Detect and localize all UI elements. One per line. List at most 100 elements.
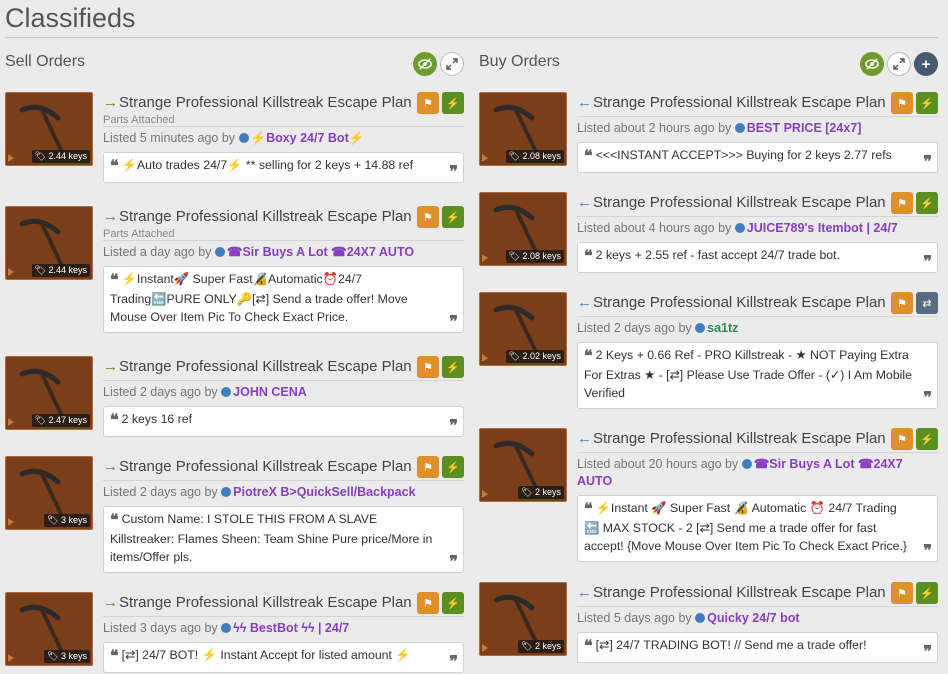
quote-open-icon: ❝	[110, 648, 119, 665]
item-name[interactable]: Strange Professional Killstreak Escape P…	[119, 358, 412, 375]
item-thumbnail[interactable]: 🏷 2 keys	[479, 582, 567, 656]
seller-name[interactable]: JOHN CENA	[233, 385, 307, 399]
item-thumbnail[interactable]: 🏷 2.08 keys	[479, 92, 567, 166]
listing-title-row: → Strange Professional Killstreak Escape…	[103, 456, 464, 480]
instant-trade-icon[interactable]: ⚡	[442, 592, 464, 614]
report-flag-icon[interactable]: ⚑	[891, 428, 913, 450]
item-thumbnail[interactable]: 🏷 2.47 keys	[5, 356, 93, 430]
listing-info: ← Strange Professional Killstreak Escape…	[577, 428, 938, 562]
escape-plan-icon	[493, 594, 538, 644]
item-thumbnail[interactable]: 🏷 2.44 keys	[5, 206, 93, 280]
item-name[interactable]: Strange Professional Killstreak Escape P…	[119, 458, 412, 475]
seller-name[interactable]: BEST PRICE [24x7]	[747, 121, 862, 135]
report-flag-icon[interactable]: ⚑	[417, 92, 439, 114]
listing-title-row: ← Strange Professional Killstreak Escape…	[577, 92, 938, 116]
tag-icon: 🏷	[34, 151, 46, 161]
title-divider	[5, 37, 938, 38]
tag-icon: 🏷	[521, 487, 533, 497]
listing-title-row: ← Strange Professional Killstreak Escape…	[577, 428, 938, 452]
report-flag-icon[interactable]: ⚑	[891, 292, 913, 314]
listing-info: → Strange Professional Killstreak Escape…	[103, 456, 464, 573]
instant-trade-icon[interactable]: ⚡	[442, 356, 464, 378]
listing-title-row: → Strange Professional Killstreak Escape…	[103, 206, 464, 230]
instant-trade-icon[interactable]: ⚡	[916, 192, 938, 214]
expand-icon[interactable]	[887, 52, 911, 76]
item-thumbnail[interactable]: 🏷 2.08 keys	[479, 192, 567, 266]
item-name[interactable]: Strange Professional Killstreak Escape P…	[119, 208, 412, 225]
item-name[interactable]: Strange Professional Killstreak Escape P…	[593, 194, 886, 211]
instant-trade-icon[interactable]: ⚡	[916, 92, 938, 114]
instant-trade-icon[interactable]: ⚡	[916, 428, 938, 450]
escape-plan-icon	[19, 218, 64, 268]
report-flag-icon[interactable]: ⚑	[891, 582, 913, 604]
listing-title-row: ← Strange Professional Killstreak Escape…	[577, 292, 938, 316]
quote-close-icon: ❞	[923, 390, 932, 407]
seller-name[interactable]: JUICE789's Itembot | 24/7	[747, 221, 898, 235]
user-status-icon	[221, 623, 232, 633]
comment-text: <<<INSTANT ACCEPT>>> Buying for 2 keys 2…	[595, 148, 892, 162]
item-price: 🏷 2.44 keys	[31, 264, 90, 277]
toggle-visibility-icon[interactable]	[413, 52, 437, 76]
instant-trade-icon[interactable]: ⚡	[916, 582, 938, 604]
quote-open-icon: ❝	[584, 248, 593, 265]
listing-comment: ❝ 2 Keys + 0.66 Ref - PRO Killstreak - ★ …	[577, 342, 938, 409]
item-price: 🏷 2.47 keys	[31, 414, 90, 427]
sell-orders-title: Sell Orders	[5, 53, 86, 70]
price-value: 2.47 keys	[48, 415, 87, 425]
item-name[interactable]: Strange Professional Killstreak Escape P…	[593, 294, 886, 311]
item-name[interactable]: Strange Professional Killstreak Escape P…	[593, 584, 886, 601]
item-thumbnail[interactable]: 🏷 2.44 keys	[5, 92, 93, 166]
item-name[interactable]: Strange Professional Killstreak Escape P…	[593, 94, 886, 111]
seller-name[interactable]: Quicky 24/7 bot	[707, 611, 799, 625]
seller-name[interactable]: PiotreX B>QuickSell/Backpack	[233, 485, 415, 499]
report-flag-icon[interactable]: ⚑	[417, 356, 439, 378]
quality-icon	[482, 254, 488, 262]
instant-trade-icon[interactable]: ⚡	[442, 92, 464, 114]
comment-text: Custom Name: I STOLE THIS FROM A SLAVE K…	[110, 512, 433, 564]
quality-icon	[8, 518, 14, 526]
quote-open-icon: ❝	[584, 638, 593, 655]
item-thumbnail[interactable]: 🏷 3 keys	[5, 456, 93, 530]
listing-comment: ❝ ⚡Auto trades 24/7⚡ ** selling for 2 key…	[103, 152, 464, 183]
seller-name[interactable]: ⚡Boxy 24/7 Bot⚡	[251, 131, 365, 145]
escape-plan-icon	[493, 104, 538, 154]
report-flag-icon[interactable]: ⚑	[417, 456, 439, 478]
quote-open-icon: ❝	[110, 158, 119, 175]
report-flag-icon[interactable]: ⚑	[417, 206, 439, 228]
listing-comment: ❝ [⇄] 24/7 TRADING BOT! // Send me a trad…	[577, 632, 938, 663]
quote-close-icon: ❞	[923, 154, 932, 171]
toggle-visibility-icon[interactable]	[860, 52, 884, 76]
report-flag-icon[interactable]: ⚑	[417, 592, 439, 614]
sell-orders-header: Sell Orders	[5, 44, 464, 80]
item-name[interactable]: Strange Professional Killstreak Escape P…	[119, 594, 412, 611]
user-status-icon	[734, 223, 745, 233]
instant-trade-icon[interactable]: ⚡	[442, 206, 464, 228]
escape-plan-icon	[493, 204, 538, 254]
listing-meta: Listed 2 days ago by sa1tz	[577, 316, 938, 342]
item-name[interactable]: Strange Professional Killstreak Escape P…	[119, 94, 412, 111]
report-flag-icon[interactable]: ⚑	[891, 92, 913, 114]
instant-trade-icon[interactable]: ⚡	[442, 456, 464, 478]
item-thumbnail[interactable]: 🏷 2 keys	[479, 428, 567, 502]
quality-icon	[482, 644, 488, 652]
listing-meta: Listed about 2 hours ago by BEST PRICE […	[577, 116, 938, 142]
price-value: 2.08 keys	[522, 251, 561, 261]
item-name[interactable]: Strange Professional Killstreak Escape P…	[593, 430, 886, 447]
expand-icon[interactable]	[440, 52, 464, 76]
seller-name[interactable]: sa1tz	[707, 321, 738, 335]
item-thumbnail[interactable]: 🏷 2.02 keys	[479, 292, 567, 366]
seller-name[interactable]: ϟϟ BestBot ϟϟ | 24/7	[233, 621, 349, 635]
buy-orders-column: Buy Orders + 🏷 2.08 keys ← Strange Profe…	[479, 44, 938, 663]
page-title: Classifieds	[5, 3, 136, 33]
seller-name[interactable]: ☎Sir Buys A Lot ☎24X7 AUTO	[227, 245, 414, 259]
listing-meta: Listed a day ago by ☎Sir Buys A Lot ☎24X…	[103, 240, 464, 266]
trade-offer-icon[interactable]: ⇄	[916, 292, 938, 314]
escape-plan-icon	[493, 304, 538, 354]
listing-time: Listed 3 days ago by	[103, 621, 222, 635]
item-thumbnail[interactable]: 🏷 3 keys	[5, 592, 93, 666]
report-flag-icon[interactable]: ⚑	[891, 192, 913, 214]
buy-orders-header: Buy Orders +	[479, 44, 938, 80]
user-status-icon	[741, 459, 752, 469]
quote-close-icon: ❞	[449, 654, 458, 671]
add-listing-icon[interactable]: +	[914, 52, 938, 76]
